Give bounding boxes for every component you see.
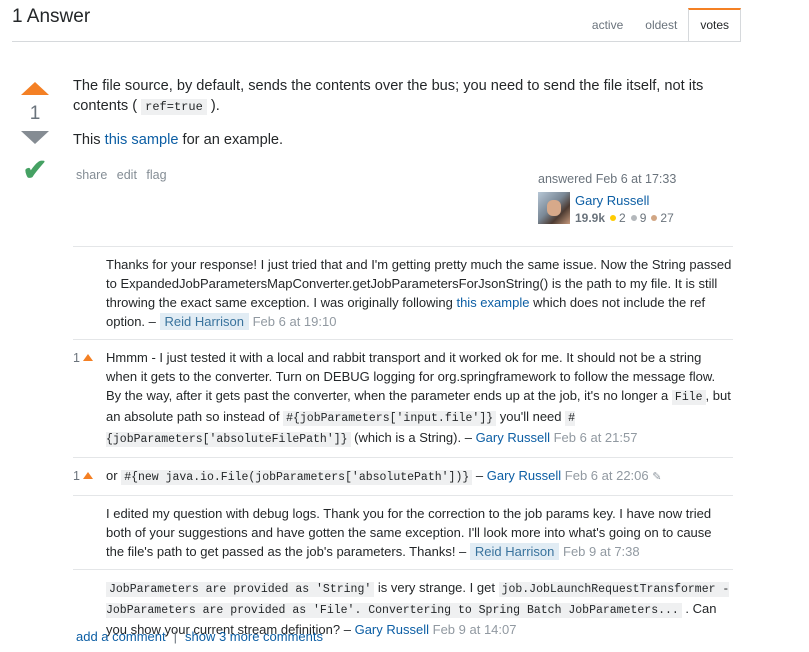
- comment-text: –: [475, 468, 484, 483]
- comment-user-link[interactable]: Reid Harrison: [469, 543, 560, 560]
- answer-paragraph-2: This this sample for an example.: [73, 130, 733, 150]
- bronze-badge-icon: [651, 215, 658, 222]
- comment-user-link[interactable]: Reid Harrison: [159, 313, 249, 330]
- upvote-arrow-icon[interactable]: [21, 82, 49, 95]
- separator: |: [173, 629, 177, 644]
- flag-link[interactable]: flag: [146, 168, 166, 182]
- answers-count-heading: 1 Answer: [12, 6, 91, 27]
- silver-badge-count: 9: [639, 211, 647, 225]
- post-menu: share edit flag: [76, 168, 173, 182]
- inline-code: JobParameters are provided as 'String': [106, 582, 375, 597]
- comment: 1 Hmmm - I just tested it with a local a…: [73, 339, 733, 457]
- edit-link[interactable]: edit: [117, 168, 137, 182]
- comment-text: Hmmm - I just tested it with a local and…: [106, 350, 716, 403]
- vote-count: 1: [29, 103, 41, 124]
- answered-time: answered Feb 6 at 17:33: [538, 172, 718, 186]
- comment-links: add a comment | show 3 more comments: [76, 629, 323, 644]
- comment-score-value: 1: [73, 351, 80, 365]
- comment: I edited my question with debug logs. Th…: [73, 495, 733, 569]
- comment-user-link[interactable]: Gary Russell: [355, 622, 429, 637]
- gold-badge-icon: [610, 215, 617, 222]
- accepted-checkmark-icon: ✔: [22, 154, 48, 187]
- comment-text: or: [106, 468, 118, 483]
- action-label: answered: [538, 172, 593, 186]
- downvote-arrow-icon[interactable]: [21, 131, 49, 144]
- comment-score: 1: [73, 467, 101, 486]
- comment-date: Feb 6 at 21:57: [553, 430, 638, 445]
- user-name-link[interactable]: Gary Russell: [575, 193, 649, 208]
- tab-votes[interactable]: votes: [688, 8, 741, 42]
- comment-user-link[interactable]: Gary Russell: [487, 468, 561, 483]
- comment-date: Feb 9 at 14:07: [432, 622, 517, 637]
- comment-date: Feb 9 at 7:38: [563, 544, 640, 559]
- tab-oldest[interactable]: oldest: [634, 8, 688, 42]
- comment: Thanks for your response! I just tried t…: [73, 246, 733, 339]
- reputation: 19.9k 2 9 27: [575, 211, 674, 225]
- gold-badge-count: 2: [619, 211, 626, 225]
- comments-list: Thanks for your response! I just tried t…: [73, 246, 733, 647]
- answer-paragraph-1: The file source, by default, sends the c…: [73, 76, 733, 117]
- answer-text: ).: [210, 98, 220, 114]
- comment-date: Feb 6 at 19:10: [252, 314, 337, 329]
- inline-code: #{jobParameters['input.file']}: [283, 411, 497, 426]
- comment-upvote-icon[interactable]: [82, 354, 93, 361]
- tab-active[interactable]: active: [581, 8, 634, 42]
- comment-text: (which is a String). –: [354, 430, 472, 445]
- add-comment-link[interactable]: add a comment: [76, 629, 166, 644]
- comment-score-value: 1: [73, 469, 80, 483]
- sort-tabs: active oldest votes: [581, 8, 741, 42]
- inline-code: #{new java.io.File(jobParameters['absolu…: [121, 470, 473, 485]
- comment-score: 1: [73, 349, 101, 368]
- header-divider: [12, 41, 741, 42]
- avatar[interactable]: [538, 192, 570, 224]
- user-signature: answered Feb 6 at 17:33 Gary Russell 19.…: [538, 172, 718, 225]
- share-link[interactable]: share: [76, 168, 107, 182]
- edit-pencil-icon[interactable]: ✎: [652, 471, 661, 483]
- inline-code: File: [671, 390, 706, 405]
- comment-text: is very strange. I get: [377, 580, 495, 595]
- avatar-face: [547, 200, 561, 216]
- comment-user-link[interactable]: Gary Russell: [476, 430, 550, 445]
- vote-cell: 1 ✔: [20, 82, 50, 186]
- this-sample-link[interactable]: this sample: [105, 132, 179, 148]
- silver-badge-icon: [630, 215, 637, 222]
- this-example-link[interactable]: this example: [456, 295, 529, 310]
- comment-upvote-icon[interactable]: [82, 472, 93, 479]
- inline-code: ref=true: [141, 99, 207, 115]
- comment-text: you'll need: [499, 409, 562, 424]
- show-more-comments-link[interactable]: show 3 more comments: [185, 629, 323, 644]
- answer-body: The file source, by default, sends the c…: [73, 76, 733, 163]
- action-time: Feb 6 at 17:33: [595, 172, 677, 186]
- reputation-score: 19.9k: [575, 211, 606, 225]
- answer-text: for an example.: [182, 132, 284, 148]
- comment: 1 or #{new java.io.File(jobParameters['a…: [73, 457, 733, 495]
- answer-text: This: [73, 132, 101, 148]
- bronze-badge-count: 27: [660, 211, 674, 225]
- comment-date: Feb 6 at 22:06: [564, 468, 649, 483]
